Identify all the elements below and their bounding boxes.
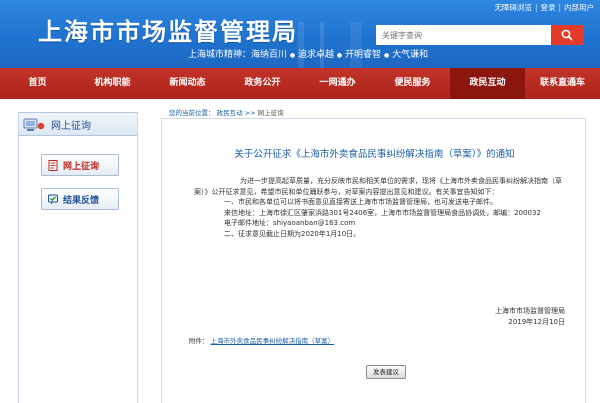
main-content: 您的当前位置： 政民互动 >> 网上征询 关于公开征求《上海市外卖食品民事纠纷解… (154, 102, 591, 403)
breadcrumb-separator: >> (244, 109, 256, 117)
sidebar-item-label: 结果反馈 (63, 196, 100, 206)
slogan-item: 追求卓越 (298, 50, 335, 60)
article-address: 来信地址：上海市徐汇区肇家浜路301号2406室，上海市市场监督管理局食品协调处… (224, 208, 541, 217)
nav-gov-affairs[interactable]: 政务公开 (225, 68, 300, 99)
slogan-prefix: 上海城市精神： (188, 50, 252, 60)
signature-date: 2019年12月10日 (508, 318, 565, 326)
attachment: 附件： 上海市外卖食品民事纠纷解决指南（草案） (189, 335, 334, 345)
internal-user-link[interactable]: 内部用户 (564, 3, 594, 12)
search-button[interactable] (551, 25, 584, 45)
accessibility-link[interactable]: 无障碍浏览 (494, 3, 532, 12)
breadcrumb-link[interactable]: 政民互动 (217, 109, 243, 117)
sidebar-header: 网上征询 (19, 112, 137, 136)
breadcrumb-current: 网上征询 (257, 109, 284, 117)
attachment-label: 附件： (189, 337, 209, 345)
login-link[interactable]: 登录 (540, 3, 555, 12)
nav-interaction[interactable]: 政民互动 (450, 68, 525, 99)
document-icon (48, 160, 58, 171)
article-title: 关于公开征求《上海市外卖食品民事纠纷解决指南（草案）》的通知 (234, 149, 515, 160)
article-panel: 关于公开征求《上海市外卖食品民事纠纷解决指南（草案）》的通知 为进一步提高起草质… (161, 118, 586, 403)
search-input[interactable] (376, 25, 551, 45)
slogan-item: 开明睿智 (345, 50, 382, 60)
breadcrumb-prefix: 您的当前位置： (169, 109, 215, 117)
nav-news[interactable]: 新闻动态 (150, 68, 225, 99)
main-nav: 首页 机构职能 新闻动态 政务公开 一网通办 便民服务 政民互动 联系直通车 (0, 68, 600, 99)
top-links: 无障碍浏览 | 登录 | 内部用户 (494, 3, 594, 12)
article-item: 二、征求意见截止日期为2020年1月10日。 (224, 229, 361, 238)
nav-one-stop[interactable]: 一网通办 (300, 68, 375, 99)
slogan-item: 海纳百川 (251, 50, 288, 60)
slogan-item: 大气谦和 (392, 50, 429, 60)
site-title: 上海市市场监督管理局 (38, 18, 298, 46)
nav-contact[interactable]: 联系直通车 (525, 68, 600, 99)
breadcrumb: 您的当前位置： 政民互动 >> 网上征询 (169, 107, 284, 117)
sidebar-title: 网上征询 (51, 121, 91, 132)
sidebar-item-online-consultation[interactable]: 网上征询 (41, 154, 119, 176)
article-email: 电子邮件地址：shiyaoanban@163.com (224, 219, 356, 227)
city-slogan: 上海城市精神：海纳百川 ● 追求卓越 ● 开明睿智 ● 大气谦和 (188, 50, 429, 60)
sidebar-item-result-feedback[interactable]: 结果反馈 (41, 188, 119, 210)
sidebar: 网上征询 网上征询 结果反馈 (18, 112, 138, 403)
article-body: 为进一步提高起草质量，充分反映市民和相关单位的需求，现将《上海市外卖食品民事纠纷… (194, 176, 574, 239)
article-paragraph: 为进一步提高起草质量，充分反映市民和相关单位的需求，现将《上海市外卖食品民事纠纷… (194, 177, 562, 196)
nav-home[interactable]: 首页 (0, 68, 75, 99)
nav-services[interactable]: 便民服务 (375, 68, 450, 99)
computer-icon (23, 118, 45, 131)
search-icon (561, 29, 573, 41)
signature-org: 上海市市场监督管理局 (495, 307, 565, 315)
sidebar-item-label: 网上征询 (63, 162, 100, 172)
feedback-icon (48, 194, 58, 205)
submit-suggestion-button[interactable]: 发表建议 (366, 365, 406, 379)
nav-functions[interactable]: 机构职能 (75, 68, 150, 99)
article-item: 一、市民和各单位可以将书面意见直接寄送上海市市场监督管理局，也可发送电子邮件。 (224, 198, 497, 206)
attachment-link[interactable]: 上海市外卖食品民事纠纷解决指南（草案） (211, 337, 335, 345)
site-header: 上海市市场监督管理局 上海城市精神：海纳百川 ● 追求卓越 ● 开明睿智 ● 大… (0, 0, 600, 68)
article-signature: 上海市市场监督管理局 2019年12月10日 (495, 306, 565, 328)
